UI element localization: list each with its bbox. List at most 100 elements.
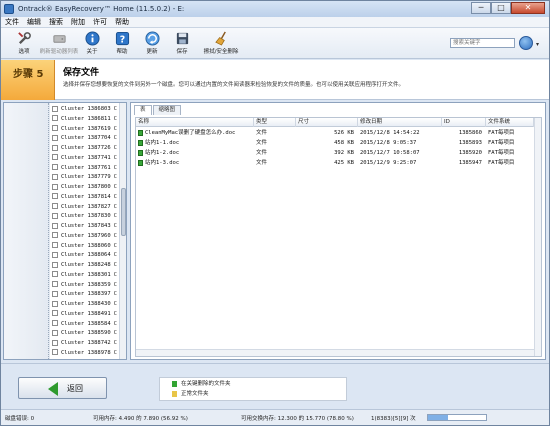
checkbox-icon[interactable]	[52, 339, 58, 346]
title-bar[interactable]: Ontrack® EasyRecovery™ Home (11.5.0.2) -…	[1, 1, 549, 17]
cell-text: 站内1-2.doc	[145, 150, 180, 156]
tab-table[interactable]: 表	[134, 105, 152, 115]
tree-item-label: Cluster 1387814	[61, 193, 111, 200]
tree-scrollbar-thumb[interactable]	[121, 188, 126, 236]
info-icon	[84, 31, 100, 46]
maximize-button[interactable]: □	[491, 2, 511, 14]
save-label: 保存	[176, 49, 188, 55]
column-id[interactable]: ID	[442, 118, 486, 127]
tree-item[interactable]: Cluster 1388064 C	[52, 251, 117, 260]
help-button[interactable]: ? 帮助	[105, 31, 139, 57]
tree-item[interactable]: Cluster 1387843 C	[52, 222, 117, 231]
tree-item[interactable]: Cluster 1386811 C	[52, 115, 117, 124]
checkbox-icon[interactable]	[52, 349, 58, 356]
file-table-vscroll[interactable]	[534, 118, 541, 356]
tree-item[interactable]: Cluster 1386803 C	[52, 105, 117, 114]
menu-edit[interactable]: 编辑	[23, 17, 45, 27]
tree-item[interactable]: Cluster 1388491 C	[52, 310, 117, 319]
checkbox-icon[interactable]	[52, 251, 58, 258]
tree-item[interactable]: Cluster 1388742 C	[52, 339, 117, 348]
checkbox-icon[interactable]	[52, 290, 58, 297]
close-button[interactable]: ✕	[511, 2, 545, 14]
checkbox-icon[interactable]	[52, 232, 58, 239]
tree-item[interactable]: Cluster 1387779 C	[52, 173, 117, 182]
checkbox-icon[interactable]	[52, 222, 58, 229]
checkbox-icon[interactable]	[52, 261, 58, 268]
tree-item[interactable]: Cluster 1388584 C	[52, 320, 117, 329]
file-table-header: 名称 类型 尺寸 修改日期 ID 文件系统	[136, 118, 541, 127]
table-row[interactable]: 站内1-3.doc 文件 425 KB 2015/12/9 9:25:07 138594…	[136, 159, 541, 169]
checkbox-icon[interactable]	[52, 320, 58, 326]
options-button[interactable]: 选项	[7, 31, 41, 57]
tree-item[interactable]: Cluster 1387960 C	[52, 232, 117, 241]
tab-thumbnails[interactable]: 缩略图	[152, 105, 182, 115]
checkbox-icon[interactable]	[52, 115, 58, 122]
tree-item[interactable]: Cluster 1387704 C	[52, 134, 117, 143]
save-button[interactable]: 保存	[165, 31, 199, 57]
cell-text: 1385860	[458, 130, 482, 136]
checkbox-icon[interactable]	[52, 164, 58, 170]
back-button[interactable]: 返回	[18, 377, 107, 399]
tree-item[interactable]: Cluster 1387761 C	[52, 164, 117, 173]
tree-item[interactable]: Cluster 1387830 C	[52, 212, 117, 221]
tree-item[interactable]: Cluster 1387619 C	[52, 125, 117, 134]
file-table-hscroll[interactable]	[136, 349, 534, 356]
column-modified[interactable]: 修改日期	[358, 118, 442, 127]
tree-item[interactable]: Cluster 1388590 C	[52, 329, 117, 338]
minimize-button[interactable]: ─	[471, 2, 491, 14]
tree-item[interactable]: Cluster 1388060 C	[52, 242, 117, 251]
menu-help[interactable]: 帮助	[111, 17, 133, 27]
file-icon	[138, 139, 143, 146]
column-type[interactable]: 类型	[254, 118, 296, 127]
table-row[interactable]: 站内1-1.doc 文件 458 KB 2015/12/8 9:05:37 138589…	[136, 139, 541, 149]
checkbox-icon[interactable]	[52, 310, 58, 317]
tree-item[interactable]: Cluster 1388248 C	[52, 261, 117, 270]
column-size[interactable]: 尺寸	[296, 118, 358, 127]
checkbox-icon[interactable]	[52, 300, 58, 307]
checkbox-icon[interactable]	[52, 329, 58, 336]
checkbox-icon[interactable]	[52, 105, 58, 112]
file-icon	[138, 159, 143, 166]
tree-item[interactable]: Cluster 1387726 C	[52, 144, 117, 153]
tree-item[interactable]: Cluster 1387827 C	[52, 203, 117, 212]
tree-item[interactable]: Cluster 1387814 C	[52, 193, 117, 202]
tree-item[interactable]: Cluster 1388301 C	[52, 271, 117, 280]
checkbox-icon[interactable]	[52, 193, 58, 200]
checkbox-icon[interactable]	[52, 183, 58, 190]
table-row[interactable]: 站内1-2.doc 文件 392 KB 2015/12/7 10:58:07 13859…	[136, 149, 541, 159]
back-arrow-icon	[48, 382, 58, 396]
table-row[interactable]: CleanMyMac误删了硬盘怎么办.doc 文件 526 KB 2015/12/8 …	[136, 129, 541, 139]
checkbox-icon[interactable]	[52, 173, 58, 180]
menu-license[interactable]: 许可	[89, 17, 111, 27]
status-free-swap: 可用交换内存: 12.300 的 15.770 (78.80 %)	[241, 416, 354, 422]
checkbox-icon[interactable]	[52, 271, 58, 278]
checkbox-icon[interactable]	[52, 242, 58, 248]
checkbox-icon[interactable]	[52, 125, 58, 131]
menu-file[interactable]: 文件	[1, 17, 23, 27]
menu-search[interactable]: 搜索	[45, 17, 67, 27]
tree-item[interactable]: Cluster 1388978 C	[52, 349, 117, 358]
search-icon[interactable]	[519, 36, 533, 50]
tree-item[interactable]: Cluster 1388359 C	[52, 281, 117, 290]
about-button[interactable]: 关于	[75, 31, 109, 57]
tree-item[interactable]: Cluster 1388397 C	[52, 290, 117, 299]
wipe-button[interactable]: 擦拭/安全删除	[199, 31, 243, 57]
checkbox-icon[interactable]	[52, 203, 58, 209]
checkbox-icon[interactable]	[52, 144, 58, 151]
checkbox-icon[interactable]	[52, 281, 58, 287]
update-button[interactable]: 更新	[135, 31, 169, 57]
column-name[interactable]: 名称	[136, 118, 254, 127]
column-filesystem[interactable]: 文件系统	[486, 118, 534, 127]
menu-extras[interactable]: 附加	[67, 17, 89, 27]
tree-item[interactable]: Cluster 1388430 C	[52, 300, 117, 309]
checkbox-icon[interactable]	[52, 212, 58, 219]
tree-item[interactable]: Cluster 1387741 C	[52, 154, 117, 163]
tree-scrollbar[interactable]	[119, 103, 126, 359]
refresh-drives-icon	[52, 35, 66, 43]
checkbox-icon[interactable]	[52, 154, 58, 161]
refresh-drives-button[interactable]: 刷新驱动器列表	[39, 31, 79, 57]
tree-item[interactable]: Cluster 1387800 C	[52, 183, 117, 192]
chevron-down-icon[interactable]: ▾	[536, 41, 539, 48]
search-input[interactable]	[450, 38, 515, 48]
checkbox-icon[interactable]	[52, 134, 58, 141]
